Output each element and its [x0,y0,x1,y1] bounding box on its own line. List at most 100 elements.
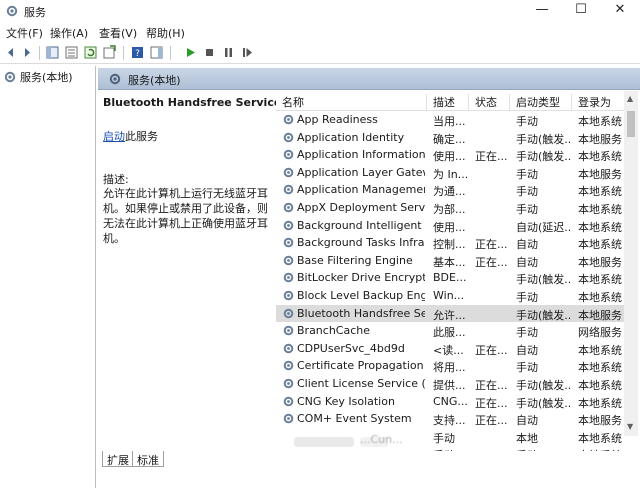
service-log-on-as: 本地服务 [578,132,622,146]
service-gear-icon [283,396,294,406]
properties-sheet-icon[interactable] [64,45,79,60]
service-row[interactable]: Base Filtering Engine 基本... 正在... 自动 本地服务 [276,252,628,270]
column-header-startup-type[interactable]: 启动类型 [510,94,572,110]
service-startup-type: 手动(触发... [516,273,572,287]
service-description: Win... [433,289,465,302]
start-service-icon[interactable] [183,45,198,60]
show-hide-console-tree-icon[interactable] [45,45,60,60]
close-button[interactable]: ✕ [600,0,640,22]
service-description: 使用... [433,220,466,234]
service-gear-icon [283,343,294,354]
scroll-up-arrow-icon[interactable]: ▲ [627,94,633,103]
column-header-log-on-as[interactable]: 登录为 [572,94,628,110]
service-description: <读... [433,343,464,357]
service-name: CNG Key Isolation [297,394,395,408]
tree-item-services-local[interactable]: 服务(本地) [3,69,73,85]
service-description: 基本... [433,255,466,269]
service-name: CDPUserSvc_4bd9d [297,341,405,355]
service-row[interactable]: COM+ Event System 支持... 正在... 自动 本地服务 [276,410,628,428]
service-name: Application Layer Gatewa... [297,165,425,179]
service-status: 正在... [475,414,508,428]
service-status: 正在... [475,150,508,164]
service-startup-type: 手动 [516,115,538,128]
window-title: 服务 [24,6,46,19]
tab-standard[interactable]: 标准 [132,451,164,467]
service-startup-type: 手动(触发... [516,132,572,146]
service-log-on-as: 本地系统 [578,361,622,375]
service-name: Client License Service (Cli... [297,377,425,390]
service-name: AppX Deployment Servic... [297,201,425,214]
service-gear-icon [283,255,294,266]
scroll-down-arrow-icon[interactable]: ▼ [627,422,633,431]
service-startup-type: 自动(延迟... [516,220,572,234]
tree-item-label: 服务(本地) [20,71,73,84]
service-log-on-as: 本地服务 [578,308,622,322]
restart-service-icon[interactable] [240,45,255,60]
service-log-on-as: 本地系统 [578,238,622,252]
service-gear-icon [283,325,294,336]
service-row[interactable]: Application Layer Gatewa... 为 In... 手动 本地服务 [276,164,628,182]
menu-action[interactable]: 操作(A) [50,25,88,41]
svg-text:?: ? [135,49,140,59]
service-description: 为通... [433,185,466,199]
minimize-button[interactable]: — [522,0,562,22]
refresh-icon[interactable] [83,45,98,60]
stop-service-icon[interactable] [202,45,217,60]
service-row[interactable]: AppX Deployment Servic... 为部... 手动 本地系统 [276,199,628,217]
vertical-scrollbar[interactable]: ▲ ▼ [624,91,638,436]
service-row[interactable]: Application Information 使用... 正在... 手动(触发..… [276,146,628,164]
service-row[interactable]: CDPUserSvc_4bd9d <读... 正在... 自动 本地系统 [276,340,628,358]
service-status: 正在... [475,255,508,269]
service-row[interactable]: BitLocker Drive Encryptio... BDE... 手动(触发.… [276,269,628,287]
service-row[interactable]: Background Intelligent T... 使用... 自动(延迟...… [276,217,628,235]
service-row[interactable]: CNG Key Isolation CNG... 正在... 手动(触发... 本地系统 [276,393,628,411]
service-row[interactable]: Certificate Propagation 将用... 手动 本地系统 [276,357,628,375]
service-log-on-as: 本地系统 [578,115,622,128]
start-service-line: 启动此服务 [103,128,158,144]
maximize-button[interactable]: ☐ [561,0,601,22]
start-service-link[interactable]: 启动 [103,130,125,143]
service-gear-icon [283,308,294,318]
pause-service-icon[interactable] [221,45,236,60]
service-row[interactable]: Application Management 为通... 手动 本地系统 [276,181,628,199]
column-header-name[interactable]: 名称 [276,94,427,110]
service-row[interactable]: Client License Service (Cli... 提供... 正在...… [276,375,628,393]
service-name: Application Identity [297,130,405,144]
services-gear-icon [4,71,16,83]
service-description: 允许... [433,308,466,322]
service-row[interactable]: Block Level Backup Engi... Win... 手动 本地系统 [276,287,628,305]
service-row[interactable]: BranchCache 此服... 手动 网络服务 [276,322,628,340]
toolbar-separator [123,46,124,60]
help-icon[interactable]: ? [130,45,145,60]
service-startup-type: 手动 [516,361,538,375]
service-row[interactable]: Application Identity 确定... 手动(触发... 本地服务 [276,129,628,147]
tab-extended[interactable]: 扩展 [102,451,134,467]
show-action-pane-icon[interactable] [149,45,164,60]
service-row[interactable]: App Readiness 当用... 手动 本地系统 [276,111,628,129]
service-row[interactable]: Background Tasks Infras... 控制... 正在... 自动 本地… [276,234,628,252]
service-description: CNG... [433,394,468,408]
service-log-on-as: 本地服务 [578,414,622,428]
service-log-on-as: 本地系统 [578,203,622,216]
pane-header: 服务(本地) [98,68,640,90]
column-header-description[interactable]: 描述 [427,94,469,110]
service-gear-icon [283,185,294,195]
service-name: Application Information [297,148,425,162]
service-gear-icon [283,290,294,301]
service-description: 提供... [433,379,466,392]
export-list-icon[interactable] [102,45,117,60]
service-log-on-as: 本地系统 [578,220,622,234]
column-header-status[interactable]: 状态 [469,94,510,110]
back-arrow-icon[interactable] [3,45,18,60]
scrollbar-thumb[interactable] [627,111,635,137]
forward-arrow-icon[interactable] [20,45,35,60]
service-name: Certificate Propagation [297,359,424,373]
service-startup-type: 手动 [516,291,538,304]
menu-file[interactable]: 文件(F) [6,25,43,41]
service-description: 此服... [433,326,466,340]
menu-help[interactable]: 帮助(H) [146,25,185,41]
service-row[interactable]: Bluetooth Handsfree Ser... 允许... 手动(触发... 本… [276,304,628,323]
menu-view[interactable]: 查看(V) [99,25,137,41]
service-log-on-as: 本地系统 [578,343,622,357]
title-bar: 服务 — ☐ ✕ [0,0,640,22]
